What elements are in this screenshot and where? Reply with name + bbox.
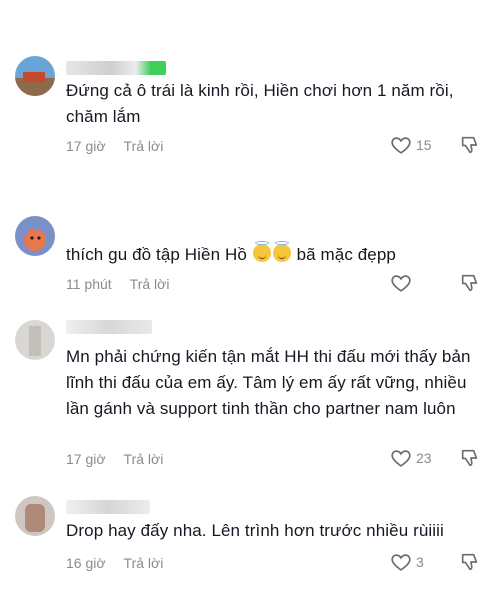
comment-time: 17 giờ bbox=[66, 138, 106, 154]
like-count: 3 bbox=[416, 554, 424, 570]
comment-text: thích gu đồ tập Hiền Hồ bã mặc đẹpp bbox=[66, 241, 396, 264]
username-blurred[interactable] bbox=[66, 500, 150, 514]
halo-smile-emoji bbox=[252, 241, 271, 262]
heart-outline-icon bbox=[391, 450, 411, 467]
comment-text: Mn phải chứng kiến tận mắt HH thi đấu mớ… bbox=[66, 347, 471, 418]
thumbs-down-outline-icon bbox=[461, 136, 478, 154]
thumbs-down-outline-icon bbox=[461, 449, 478, 467]
comment-text: Đứng cả ô trái là kinh rồi, Hiền chơi hơ… bbox=[66, 81, 454, 126]
comment-meta: 16 giờ Trả lời bbox=[66, 555, 163, 571]
reply-button[interactable]: Trả lời bbox=[130, 276, 170, 292]
like-count: 23 bbox=[416, 450, 432, 466]
comment-meta: 11 phút Trả lời bbox=[66, 276, 169, 292]
reply-button[interactable]: Trả lời bbox=[124, 555, 164, 571]
reply-button[interactable]: Trả lời bbox=[124, 451, 164, 467]
like-count: 15 bbox=[416, 137, 432, 153]
comment-time: 11 phút bbox=[66, 276, 112, 292]
comment-text: Drop hay đấy nha. Lên trình hơn trước nh… bbox=[66, 521, 444, 540]
username-blurred[interactable] bbox=[66, 61, 166, 75]
like-button[interactable] bbox=[390, 272, 416, 294]
dislike-button[interactable] bbox=[459, 272, 481, 299]
avatar[interactable] bbox=[15, 216, 55, 256]
comment-meta: 17 giờ Trả lời bbox=[66, 138, 163, 154]
comment-time: 16 giờ bbox=[66, 555, 106, 571]
dislike-button[interactable] bbox=[459, 447, 481, 474]
comment-time: 17 giờ bbox=[66, 451, 106, 467]
like-button[interactable]: 3 bbox=[390, 551, 424, 573]
halo-smile-emoji bbox=[272, 241, 291, 262]
dislike-button[interactable] bbox=[459, 134, 481, 161]
heart-outline-icon bbox=[391, 275, 411, 292]
username-blurred[interactable] bbox=[66, 320, 152, 334]
dislike-button[interactable] bbox=[459, 551, 481, 578]
thumbs-down-outline-icon bbox=[461, 553, 478, 571]
avatar[interactable] bbox=[15, 320, 55, 360]
heart-outline-icon bbox=[391, 554, 411, 571]
heart-outline-icon bbox=[391, 137, 411, 154]
reply-button[interactable]: Trả lời bbox=[124, 138, 164, 154]
thumbs-down-outline-icon bbox=[461, 274, 478, 292]
like-button[interactable]: 23 bbox=[390, 447, 432, 469]
avatar[interactable] bbox=[15, 496, 55, 536]
comment-meta: 17 giờ Trả lời bbox=[66, 451, 163, 467]
like-button[interactable]: 15 bbox=[390, 134, 432, 156]
avatar[interactable] bbox=[15, 56, 55, 96]
